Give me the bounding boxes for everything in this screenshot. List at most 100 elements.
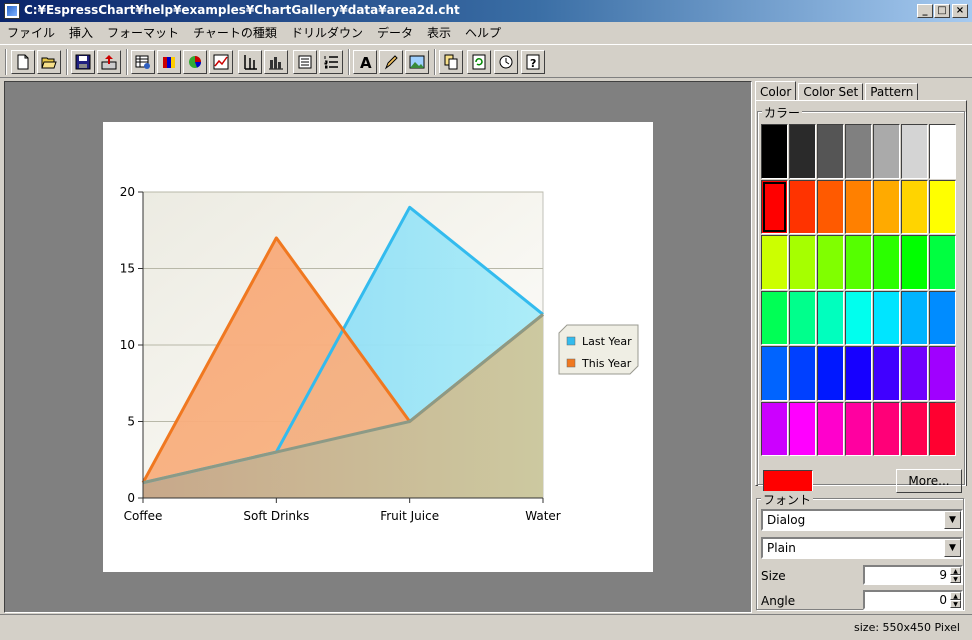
font-size-spinner[interactable]: 9 ▲ ▼ (863, 565, 963, 585)
color-swatch[interactable] (901, 401, 928, 456)
tab-pattern[interactable]: Pattern (865, 83, 919, 101)
color-swatch[interactable] (817, 401, 844, 456)
y-tick-label: 15 (120, 262, 135, 276)
color-swatch[interactable] (761, 179, 788, 234)
help-icon[interactable]: ? (521, 50, 545, 74)
tab-color[interactable]: Color (755, 81, 797, 101)
color-swatch[interactable] (761, 290, 788, 345)
color-bars-icon[interactable] (157, 50, 181, 74)
refresh-icon[interactable] (467, 50, 491, 74)
color-swatch[interactable] (929, 346, 956, 401)
color-swatch[interactable] (817, 124, 844, 179)
more-colors-button[interactable]: More... (896, 469, 962, 493)
export-icon[interactable] (97, 50, 121, 74)
color-swatch[interactable] (873, 235, 900, 290)
color-swatch[interactable] (901, 235, 928, 290)
toolbar-separator (434, 49, 436, 75)
area-chart: 0 5 10 15 20 Coffee Soft Drinks Fruit Juice Wate… (120, 185, 639, 523)
font-size-value: 9 (939, 568, 947, 582)
color-swatch[interactable] (873, 124, 900, 179)
maximize-button[interactable]: □ (934, 4, 950, 18)
font-group: フォント Dialog ▼ Plain ▼ Size 9 ▲ ▼ Angle 0… (756, 491, 964, 610)
pie-chart-icon[interactable] (183, 50, 207, 74)
chevron-down-icon[interactable]: ▼ (944, 539, 961, 557)
color-swatch[interactable] (929, 179, 956, 234)
minimize-button[interactable]: _ (917, 4, 933, 18)
line-chart-icon[interactable] (209, 50, 233, 74)
color-swatch[interactable] (873, 401, 900, 456)
color-swatch[interactable] (929, 401, 956, 456)
copy-icon[interactable] (439, 50, 463, 74)
color-swatch[interactable] (817, 179, 844, 234)
menu-drilldown[interactable]: ドリルダウン (284, 24, 370, 41)
color-swatch[interactable] (789, 290, 816, 345)
color-swatch[interactable] (817, 235, 844, 290)
color-swatch[interactable] (873, 179, 900, 234)
menu-view[interactable]: 表示 (420, 24, 458, 41)
color-swatch[interactable] (789, 179, 816, 234)
color-swatch[interactable] (901, 346, 928, 401)
spin-down-icon[interactable]: ▼ (950, 600, 961, 608)
color-palette (761, 124, 963, 456)
toolbar-separator (126, 49, 128, 75)
font-style-value: Plain (767, 541, 796, 555)
color-group-label: カラー (762, 104, 803, 121)
color-swatch[interactable] (845, 346, 872, 401)
color-swatch[interactable] (789, 346, 816, 401)
text-icon[interactable]: A (353, 50, 377, 74)
color-swatch[interactable] (761, 401, 788, 456)
menu-file[interactable]: ファイル (0, 24, 62, 41)
font-family-select[interactable]: Dialog ▼ (761, 509, 963, 531)
menu-chart-type[interactable]: チャートの種類 (186, 24, 284, 41)
image-icon[interactable] (405, 50, 429, 74)
axis-icon[interactable] (238, 50, 262, 74)
color-swatch[interactable] (761, 346, 788, 401)
chevron-down-icon[interactable]: ▼ (944, 511, 961, 529)
open-folder-icon[interactable] (37, 50, 61, 74)
color-swatch[interactable] (761, 124, 788, 179)
save-icon[interactable] (71, 50, 95, 74)
color-swatch[interactable] (873, 290, 900, 345)
color-swatch[interactable] (901, 290, 928, 345)
color-swatch[interactable] (929, 235, 956, 290)
new-file-icon[interactable] (11, 50, 35, 74)
menu-help[interactable]: ヘルプ (458, 24, 508, 41)
legend-swatch (566, 336, 576, 346)
color-swatch[interactable] (789, 235, 816, 290)
data-source-icon[interactable] (131, 50, 155, 74)
color-swatch[interactable] (901, 179, 928, 234)
spin-down-icon[interactable]: ▼ (950, 575, 961, 583)
color-swatch[interactable] (901, 124, 928, 179)
color-swatch[interactable] (789, 401, 816, 456)
color-swatch[interactable] (845, 124, 872, 179)
menu-insert[interactable]: 挿入 (62, 24, 100, 41)
font-style-select[interactable]: Plain ▼ (761, 537, 963, 559)
chart-canvas[interactable]: 0 5 10 15 20 Coffee Soft Drinks Fruit Juice Wate… (103, 122, 653, 572)
color-swatch[interactable] (873, 346, 900, 401)
color-swatch[interactable] (789, 124, 816, 179)
color-swatch[interactable] (845, 290, 872, 345)
list-icon[interactable] (293, 50, 317, 74)
close-button[interactable]: × (952, 4, 968, 18)
color-swatch[interactable] (845, 179, 872, 234)
color-swatch[interactable] (845, 235, 872, 290)
menu-format[interactable]: フォーマット (100, 24, 186, 41)
y-tick-label: 20 (120, 185, 135, 199)
numbered-list-icon[interactable] (319, 50, 343, 74)
color-swatch[interactable] (929, 124, 956, 179)
legend-label: Last Year (582, 335, 632, 348)
spin-up-icon[interactable]: ▲ (950, 592, 961, 600)
tab-color-set[interactable]: Color Set (798, 83, 864, 101)
color-swatch[interactable] (929, 290, 956, 345)
chart-workspace: 0 5 10 15 20 Coffee Soft Drinks Fruit Juice Wate… (4, 81, 752, 613)
spin-up-icon[interactable]: ▲ (950, 567, 961, 575)
clock-icon[interactable] (494, 50, 518, 74)
color-swatch[interactable] (817, 346, 844, 401)
pen-icon[interactable] (379, 50, 403, 74)
color-swatch[interactable] (817, 290, 844, 345)
color-swatch[interactable] (761, 235, 788, 290)
histogram-icon[interactable] (264, 50, 288, 74)
menu-data[interactable]: データ (370, 24, 420, 41)
color-swatch[interactable] (845, 401, 872, 456)
angle-spinner[interactable]: 0 ▲ ▼ (863, 590, 963, 610)
